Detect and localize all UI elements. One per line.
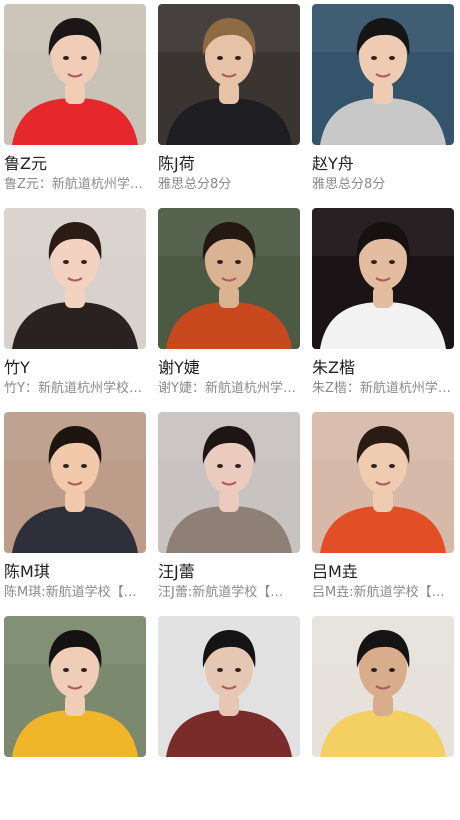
student-name: 谢Y婕	[158, 358, 200, 377]
girl-yellow-jacket-photo[interactable]	[4, 616, 146, 757]
student-description: 雅思总分8分	[158, 177, 232, 192]
student-card[interactable]: 朱Z楷朱Z楷：新航道杭州学校…	[312, 208, 454, 412]
girl-suit-photo[interactable]	[158, 4, 300, 145]
student-name: 朱Z楷	[312, 358, 355, 377]
student-card[interactable]: 赵Y舟雅思总分8分	[312, 4, 454, 208]
student-name: 陈J荷	[158, 154, 195, 173]
student-name: 鲁Z元	[4, 154, 47, 173]
student-name: 吕M垚	[312, 562, 358, 581]
boy-yellow-shirt-photo[interactable]	[312, 616, 454, 757]
girl-portrait-photo[interactable]	[4, 412, 146, 553]
student-name: 汪J蕾	[158, 562, 195, 581]
student-card[interactable]: 陈M琪陈M琪:新航道学校【…	[4, 412, 146, 616]
student-card[interactable]: 陈J荷雅思总分8分	[158, 4, 300, 208]
student-grid: 鲁Z元 鲁Z元：新航道杭州学校… 陈J荷 雅思总分8分 赵Y舟 雅思总分8分 竹Y 竹Y…	[0, 0, 460, 820]
student-description: 朱Z楷：新航道杭州学校…	[312, 381, 454, 396]
student-description: 雅思总分8分	[312, 177, 386, 192]
girl-straw-hat-photo[interactable]	[312, 412, 454, 553]
student-description: 谢Y婕：新航道杭州学校…	[158, 381, 300, 396]
student-card[interactable]: 吕M垚吕M垚:新航道学校【…	[312, 412, 454, 616]
student-card[interactable]: 鲁Z元鲁Z元：新航道杭州学校…	[4, 4, 146, 208]
student-description: 吕M垚:新航道学校【…	[312, 585, 445, 600]
boy-glasses-photo[interactable]	[312, 4, 454, 145]
boy-glasses-photo-2[interactable]	[158, 616, 300, 757]
student-name: 竹Y	[4, 358, 30, 377]
student-card[interactable]	[158, 616, 300, 820]
student-card[interactable]: 谢Y婕谢Y婕：新航道杭州学校…	[158, 208, 300, 412]
student-card[interactable]	[312, 616, 454, 820]
student-card[interactable]: 竹Y 竹Y：新航道杭州学校…	[4, 208, 146, 412]
girl-peace-sign-photo[interactable]	[158, 412, 300, 553]
girl-scarf-photo[interactable]	[158, 208, 300, 349]
student-description: 鲁Z元：新航道杭州学校…	[4, 177, 146, 192]
boy-podium-photo[interactable]	[312, 208, 454, 349]
student-name: 赵Y舟	[312, 154, 354, 173]
student-card[interactable]	[4, 616, 146, 820]
girl-choker-photo[interactable]	[4, 208, 146, 349]
student-name: 陈M琪	[4, 562, 50, 581]
student-description: 竹Y：新航道杭州学校…	[4, 381, 142, 396]
student-description: 陈M琪:新航道学校【…	[4, 585, 137, 600]
student-description: 汪J蕾:新航道学校【…	[158, 585, 284, 600]
student-card[interactable]: 汪J蕾汪J蕾:新航道学校【…	[158, 412, 300, 616]
girl-red-jacket-photo[interactable]	[4, 4, 146, 145]
